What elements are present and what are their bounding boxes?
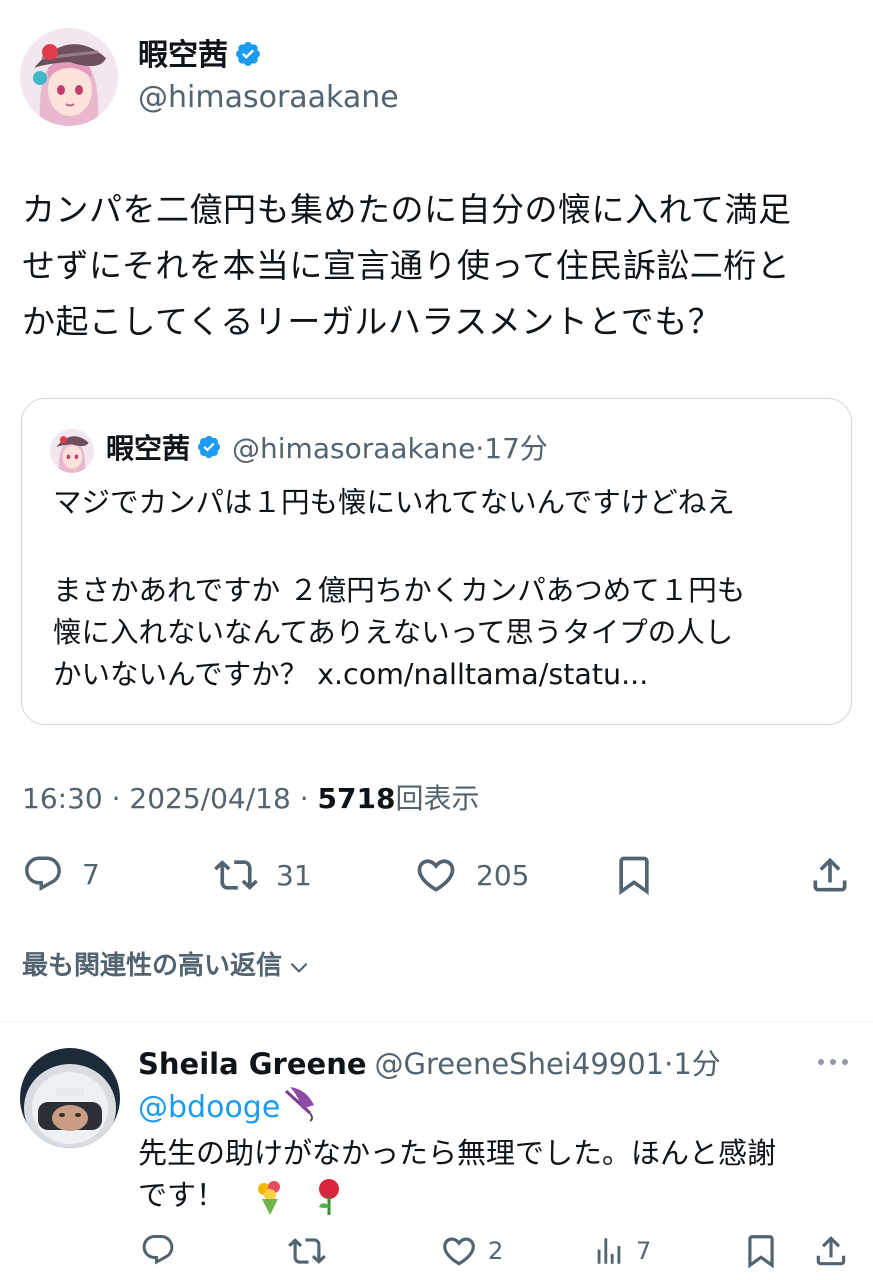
- reply-like-count: 2: [488, 1237, 504, 1265]
- reply-sort-dropdown[interactable]: 最も関連性の高い返信: [22, 948, 312, 984]
- reply-text-line: 先生の助けがなかったら無理でした。ほんと感謝: [138, 1136, 777, 1170]
- reply-header: Sheila Greene @GreeneShei49901·1分: [138, 1044, 721, 1084]
- reply-bookmark-button[interactable]: [742, 1232, 780, 1270]
- reply-retweet-button[interactable]: [288, 1232, 326, 1270]
- reply-separator: ·: [664, 1047, 674, 1081]
- mention-link[interactable]: @bdooge: [138, 1090, 280, 1125]
- share-icon: [813, 857, 847, 892]
- reply-view-count: 7: [636, 1237, 652, 1265]
- author-handle[interactable]: @himasoraakane: [138, 80, 399, 116]
- reply-icon: [25, 856, 61, 891]
- reply-views-button[interactable]: 7: [592, 1232, 651, 1270]
- quote-text-line: かいないんですか？ x.com/nalltama/statu...: [53, 658, 649, 691]
- author-avatar[interactable]: [20, 28, 118, 126]
- retweet-count: 31: [276, 858, 312, 892]
- author-name[interactable]: 暇空茜: [138, 36, 262, 76]
- like-icon: [443, 1237, 475, 1266]
- reply-button[interactable]: 7: [22, 853, 100, 895]
- bookmark-icon: [619, 856, 649, 896]
- umbrella-emoji: [285, 1086, 315, 1122]
- quote-text-line: まさかあれですか ２億円ちかくカンパあつめて１円も: [53, 574, 746, 607]
- tweet-text-line: せずにそれを本当に宣言通り使って住民訴訟二桁と: [22, 246, 791, 285]
- reply-reply-button[interactable]: [140, 1232, 176, 1268]
- divider: [0, 1021, 873, 1022]
- view-count: 5718: [317, 782, 396, 815]
- tweet-meta: 16:30 · 2025/04/18 · 5718回表示: [22, 780, 479, 818]
- verified-badge-icon: [197, 435, 221, 459]
- more-options-button[interactable]: [816, 1052, 850, 1076]
- like-button[interactable]: 205: [414, 853, 529, 897]
- share-button[interactable]: [808, 853, 852, 897]
- quote-text-line: マジでカンパは１円も懐にいれてないんですけどねえ: [53, 486, 735, 519]
- share-icon: [816, 1236, 846, 1266]
- meta-separator: ·: [290, 782, 318, 815]
- chevron-down-icon: [290, 962, 308, 973]
- quote-avatar: [50, 429, 94, 473]
- reply-icon: [142, 1235, 174, 1265]
- reply-mention[interactable]: @bdooge: [138, 1086, 320, 1128]
- views-icon: [597, 1238, 621, 1264]
- bouquet-emoji: [258, 1181, 281, 1215]
- like-count: 205: [476, 858, 530, 892]
- retweet-button[interactable]: 31: [214, 853, 312, 897]
- tweet-time[interactable]: 16:30: [22, 782, 103, 815]
- reply-sort-label: 最も関連性の高い返信: [22, 951, 283, 981]
- retweet-icon: [288, 1238, 326, 1264]
- rose-emoji: [319, 1179, 340, 1215]
- bookmark-icon: [748, 1235, 774, 1269]
- tweet-text-line: か起こしてくるリーガルハラスメントとでも？: [22, 302, 722, 341]
- quote-text-line: 懐に入れないなんてありえないって思うタイプの人し: [53, 616, 734, 649]
- quote-time: 17分: [484, 432, 548, 465]
- reply-author-handle[interactable]: @GreeneShei49901: [375, 1047, 665, 1081]
- retweet-icon: [214, 860, 258, 890]
- more-icon: [818, 1059, 848, 1065]
- reply-like-button[interactable]: 2: [440, 1232, 503, 1270]
- meta-separator: ·: [102, 782, 130, 815]
- tweet-date[interactable]: 2025/04/18: [129, 782, 290, 815]
- reply-text-line-2: です！: [138, 1178, 235, 1212]
- reply-share-button[interactable]: [812, 1232, 850, 1270]
- quoted-tweet-card[interactable]: 暇空茜 @himasoraakane·17分 マジでカンパは１円も懐にいれてないん…: [21, 398, 852, 725]
- verified-badge-icon: [236, 41, 260, 66]
- reply-time: 1分: [673, 1047, 721, 1081]
- quote-header: 暇空茜 @himasoraakane·17分: [106, 429, 548, 469]
- reply-author-name[interactable]: Sheila Greene: [138, 1047, 367, 1081]
- bookmark-button[interactable]: [612, 853, 656, 897]
- tweet-text-line: カンパを二億円も集めたのに自分の懐に入れて満足: [22, 190, 792, 229]
- like-icon: [417, 859, 455, 892]
- reply-text-line: です！: [138, 1174, 349, 1217]
- quote-author-name: 暇空茜: [106, 432, 191, 465]
- reply-count: 7: [82, 857, 100, 891]
- view-label: 回表示: [395, 782, 480, 815]
- quote-separator: ·: [475, 432, 485, 465]
- reply-avatar[interactable]: [20, 1048, 120, 1148]
- tweet-text: カンパを二億円も集めたのに自分の懐に入れて満足 せずにそれを本当に宣言通り使って…: [22, 182, 852, 350]
- author-name-text: 暇空茜: [138, 38, 228, 73]
- quote-author-handle: @himasoraakane: [232, 432, 476, 465]
